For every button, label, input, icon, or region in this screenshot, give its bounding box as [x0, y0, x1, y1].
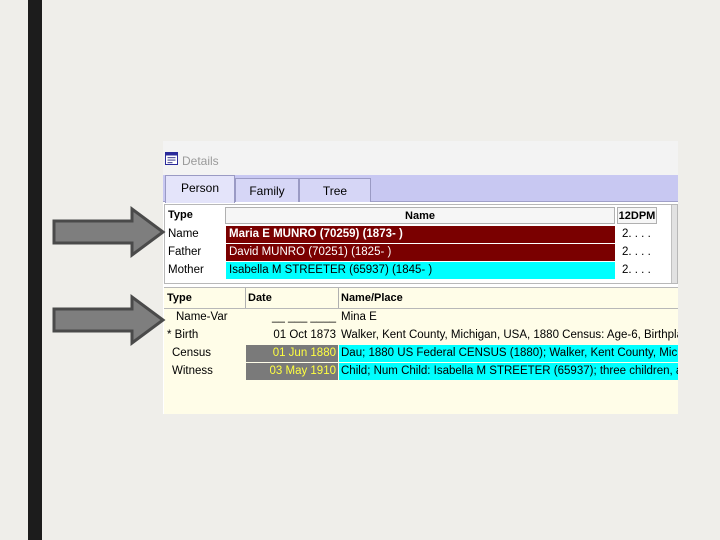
- relation-type: Name: [168, 228, 199, 240]
- title-bar: Details: [163, 141, 678, 175]
- relation-name[interactable]: Isabella M STREETER (65937) (1845- ): [226, 262, 615, 279]
- relations-type-header[interactable]: Type: [168, 207, 193, 224]
- relation-type: Father: [168, 246, 202, 258]
- relations-row-name[interactable]: Name Maria E MUNRO (70259) (1873- ) 2. .…: [165, 226, 677, 243]
- pointer-arrow-icon: [52, 206, 166, 258]
- relation-12dpm: 2. . . .: [622, 228, 651, 240]
- details-window: Details Person Family Tree Type Name 12D…: [163, 141, 678, 414]
- relation-type: Mother: [168, 264, 204, 276]
- tab-strip: Person Family Tree: [163, 175, 678, 203]
- relation-12dpm: 2. . . .: [622, 264, 651, 276]
- relations-scrollbar[interactable]: [671, 205, 677, 283]
- events-grid: Type Date Name/Place Name-Var __ ___ ___…: [164, 287, 678, 414]
- event-date: __ ___ ____: [272, 311, 336, 323]
- event-type: Name-Var: [176, 311, 228, 323]
- events-type-header[interactable]: Type: [167, 290, 192, 307]
- event-place: Child; Num Child: Isabella M STREETER (6…: [339, 363, 678, 380]
- relation-name[interactable]: Maria E MUNRO (70259) (1873- ): [226, 226, 615, 243]
- tab-family[interactable]: Family: [235, 178, 299, 202]
- window-icon: [165, 152, 178, 165]
- events-date-header[interactable]: Date: [248, 290, 272, 307]
- column-divider[interactable]: [338, 288, 339, 308]
- event-type: Witness: [172, 365, 213, 377]
- event-date: 01 Jun 1880: [246, 345, 338, 362]
- event-row-census[interactable]: Census 01 Jun 1880 Dau; 1880 US Federal …: [164, 345, 678, 362]
- slide-accent-bar: [28, 0, 42, 540]
- event-place: Walker, Kent County, Michigan, USA, 1880…: [341, 329, 678, 341]
- column-divider[interactable]: [245, 288, 246, 308]
- event-place: Mina E: [341, 311, 377, 323]
- relations-12dpm-header[interactable]: 12DPM: [617, 207, 657, 224]
- events-place-header[interactable]: Name/Place: [341, 290, 403, 307]
- window-title: Details: [182, 154, 219, 168]
- relations-row-father[interactable]: Father David MUNRO (70251) (1825- ) 2. .…: [165, 244, 677, 261]
- event-date: 01 Oct 1873: [273, 329, 336, 341]
- event-type: Census: [172, 347, 211, 359]
- relation-12dpm: 2. . . .: [622, 246, 651, 258]
- event-type: * Birth: [167, 329, 199, 341]
- event-date: 03 May 1910: [246, 363, 338, 380]
- relation-name[interactable]: David MUNRO (70251) (1825- ): [226, 244, 615, 261]
- event-row-name-var[interactable]: Name-Var __ ___ ____ Mina E: [164, 309, 678, 326]
- pointer-arrow-icon: [52, 294, 166, 346]
- event-place: Dau; 1880 US Federal CENSUS (1880); Walk…: [339, 345, 678, 362]
- relations-row-mother[interactable]: Mother Isabella M STREETER (65937) (1845…: [165, 262, 677, 279]
- relations-grid: Type Name 12DPM Name Maria E MUNRO (7025…: [164, 204, 678, 284]
- tab-person[interactable]: Person: [165, 175, 235, 203]
- tab-tree[interactable]: Tree: [299, 178, 371, 202]
- relations-name-header[interactable]: Name: [225, 207, 615, 224]
- event-row-birth[interactable]: * Birth 01 Oct 1873 Walker, Kent County,…: [164, 327, 678, 344]
- event-row-witness[interactable]: Witness 03 May 1910 Child; Num Child: Is…: [164, 363, 678, 380]
